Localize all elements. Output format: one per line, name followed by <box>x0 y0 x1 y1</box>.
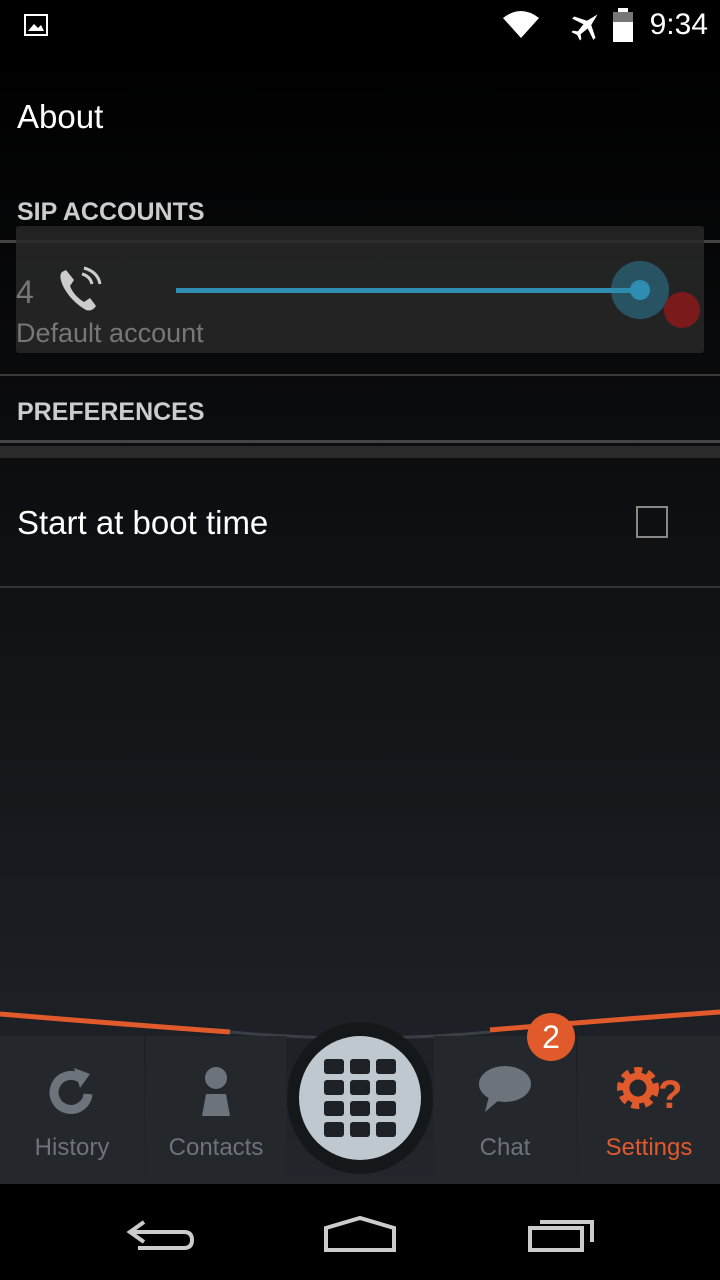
tab-settings[interactable]: ? Settings <box>578 1036 720 1184</box>
airplane-icon <box>571 14 598 41</box>
account-number: 4 <box>16 274 34 310</box>
divider <box>0 374 720 376</box>
preferences-header: PREFERENCES <box>17 398 205 426</box>
system-nav-bar <box>0 1184 720 1280</box>
clock: 9:34 <box>649 8 708 41</box>
tab-label: Chat <box>479 1134 531 1161</box>
settings-help-icon: ? <box>617 1067 682 1117</box>
divider <box>0 440 720 443</box>
start-at-boot-checkbox[interactable] <box>636 506 668 538</box>
divider <box>0 446 720 458</box>
chat-icon <box>479 1066 531 1112</box>
divider <box>0 586 720 588</box>
account-enable-slider-thumb[interactable] <box>611 261 669 319</box>
history-icon <box>49 1068 93 1114</box>
start-at-boot-label: Start at boot time <box>17 504 269 541</box>
battery-icon <box>613 8 633 42</box>
about-item[interactable]: About <box>17 98 103 136</box>
tab-contacts[interactable]: Contacts <box>146 1036 286 1184</box>
back-icon[interactable] <box>124 1214 196 1254</box>
delete-target-icon[interactable] <box>664 292 700 328</box>
tab-label: Settings <box>605 1134 693 1161</box>
chat-badge: 2 <box>527 1013 575 1061</box>
account-name: Default account <box>16 318 204 348</box>
status-bar: 9:34 <box>0 0 720 50</box>
home-icon[interactable] <box>322 1214 398 1254</box>
svg-text:?: ? <box>658 1073 682 1117</box>
dialpad-button[interactable] <box>287 1022 433 1174</box>
tab-label: History <box>34 1134 110 1161</box>
dialpad-icon <box>299 1036 421 1160</box>
tab-history[interactable]: History <box>0 1036 144 1184</box>
phone-call-icon <box>60 266 102 311</box>
tab-label: Contacts <box>168 1134 264 1161</box>
recents-icon[interactable] <box>526 1214 598 1254</box>
account-row[interactable]: 4 Default account <box>16 226 704 353</box>
image-icon <box>24 14 48 36</box>
wifi-icon <box>503 11 539 38</box>
account-enable-slider-track[interactable] <box>176 288 641 293</box>
sip-accounts-header: SIP ACCOUNTS <box>17 198 205 226</box>
contact-icon <box>202 1067 230 1116</box>
